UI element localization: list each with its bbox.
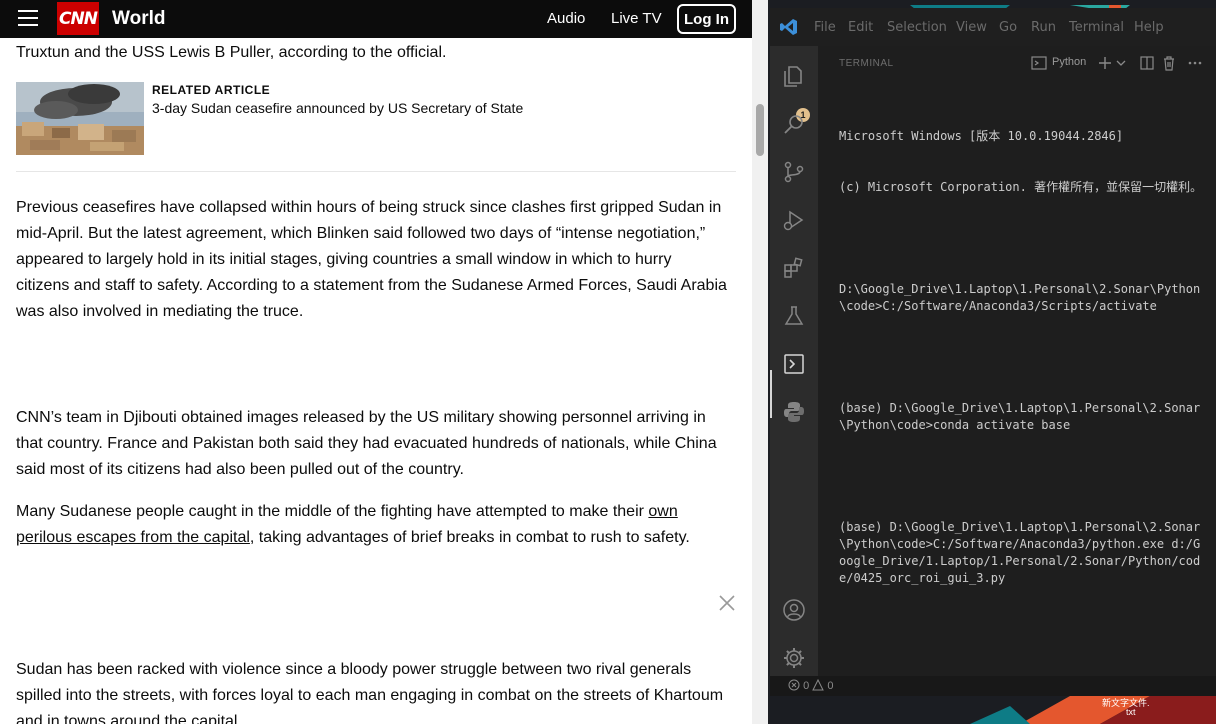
terminal-panel: TERMINAL Python Microsoft Windows [版本 10… — [818, 46, 1216, 676]
article-paragraph: Many Sudanese people caught in the middl… — [16, 499, 728, 551]
related-article-link[interactable]: 3-day Sudan ceasefire announced by US Se… — [152, 100, 523, 116]
explorer-icon[interactable] — [782, 64, 806, 88]
panel-title[interactable]: TERMINAL — [839, 58, 894, 69]
paragraph-text: Many Sudanese people caught in the middl… — [16, 503, 649, 520]
terminal-icon[interactable] — [782, 352, 806, 376]
terminal-line: Microsoft Windows [版本 10.0.19044.2846] — [839, 129, 1124, 143]
account-icon[interactable] — [782, 598, 806, 622]
article-paragraph: CNN’s team in Djibouti obtained images r… — [16, 409, 717, 478]
terminal-line: (c) Microsoft Corporation. 著作權所有，並保留一切權利… — [839, 180, 1203, 194]
related-article-label: RELATED ARTICLE — [152, 83, 271, 97]
divider — [16, 171, 736, 172]
desktop-background — [770, 0, 1216, 8]
article-paragraph: Previous ceasefires have collapsed withi… — [16, 199, 727, 320]
menu-go[interactable]: Go — [999, 20, 1017, 35]
error-count: 0 — [803, 680, 810, 692]
gear-icon[interactable] — [782, 646, 806, 670]
terminal-output[interactable]: Microsoft Windows [版本 10.0.19044.2846] (… — [839, 94, 1207, 621]
python-icon[interactable] — [782, 400, 806, 424]
status-bar: 0 0 — [770, 676, 1216, 696]
nav-audio[interactable]: Audio — [547, 10, 585, 27]
trash-icon[interactable] — [1160, 54, 1178, 72]
menu-help[interactable]: Help — [1134, 20, 1164, 35]
menu-terminal[interactable]: Terminal — [1069, 20, 1124, 35]
problems-status[interactable]: 0 0 — [788, 678, 834, 692]
desktop-file-label[interactable]: txt — [1126, 707, 1136, 717]
vscode-logo-icon — [780, 18, 798, 36]
activity-bar: 1 — [770, 46, 818, 676]
nav-live-tv[interactable]: Live TV — [611, 10, 662, 27]
desktop-background: 新文字文件. txt — [770, 696, 1216, 724]
menu-view[interactable]: View — [956, 20, 987, 35]
menu-bar: File Edit Selection View Go Run Terminal… — [770, 8, 1216, 46]
search-icon[interactable] — [782, 112, 806, 136]
cnn-logo[interactable]: CNN — [57, 2, 99, 35]
terminal-name[interactable]: Python — [1052, 56, 1086, 68]
terminal-instance-icon[interactable] — [1030, 54, 1048, 72]
paragraph-text: , taking advantages of brief breaks in c… — [249, 529, 690, 546]
menu-edit[interactable]: Edit — [848, 20, 873, 35]
scrollbar[interactable] — [752, 0, 768, 724]
extensions-icon[interactable] — [782, 256, 806, 280]
warning-count: 0 — [827, 680, 834, 692]
more-actions-icon[interactable] — [1186, 54, 1204, 72]
close-icon[interactable] — [716, 592, 738, 614]
menu-icon[interactable] — [18, 10, 38, 28]
site-header: CNN World Audio Live TV Log In — [0, 0, 752, 38]
browser-window: CNN World Audio Live TV Log In Truxtun a… — [0, 0, 768, 724]
menu-run[interactable]: Run — [1031, 20, 1056, 35]
testing-icon[interactable] — [782, 304, 806, 328]
split-terminal-icon[interactable] — [1138, 54, 1156, 72]
scrollbar-thumb[interactable] — [756, 104, 764, 156]
run-debug-icon[interactable] — [782, 208, 806, 232]
active-indicator — [770, 370, 772, 418]
source-control-icon[interactable] — [782, 160, 806, 184]
menu-selection[interactable]: Selection — [887, 20, 947, 35]
chevron-down-icon[interactable] — [1112, 54, 1130, 72]
section-title[interactable]: World — [112, 8, 165, 30]
related-article-thumbnail[interactable] — [16, 82, 144, 155]
terminal-line: D:\Google_Drive\1.Laptop\1.Personal\2.So… — [839, 282, 1201, 313]
article-text-lead: Truxtun and the USS Lewis B Puller, acco… — [16, 44, 447, 61]
terminal-line: (base) D:\Google_Drive\1.Laptop\1.Person… — [839, 520, 1201, 585]
login-button[interactable]: Log In — [677, 4, 736, 34]
vscode-window: File Edit Selection View Go Run Terminal… — [770, 8, 1216, 696]
article-paragraph: Sudan has been racked with violence sinc… — [16, 661, 724, 724]
menu-file[interactable]: File — [814, 20, 836, 35]
terminal-line: (base) D:\Google_Drive\1.Laptop\1.Person… — [839, 401, 1201, 432]
